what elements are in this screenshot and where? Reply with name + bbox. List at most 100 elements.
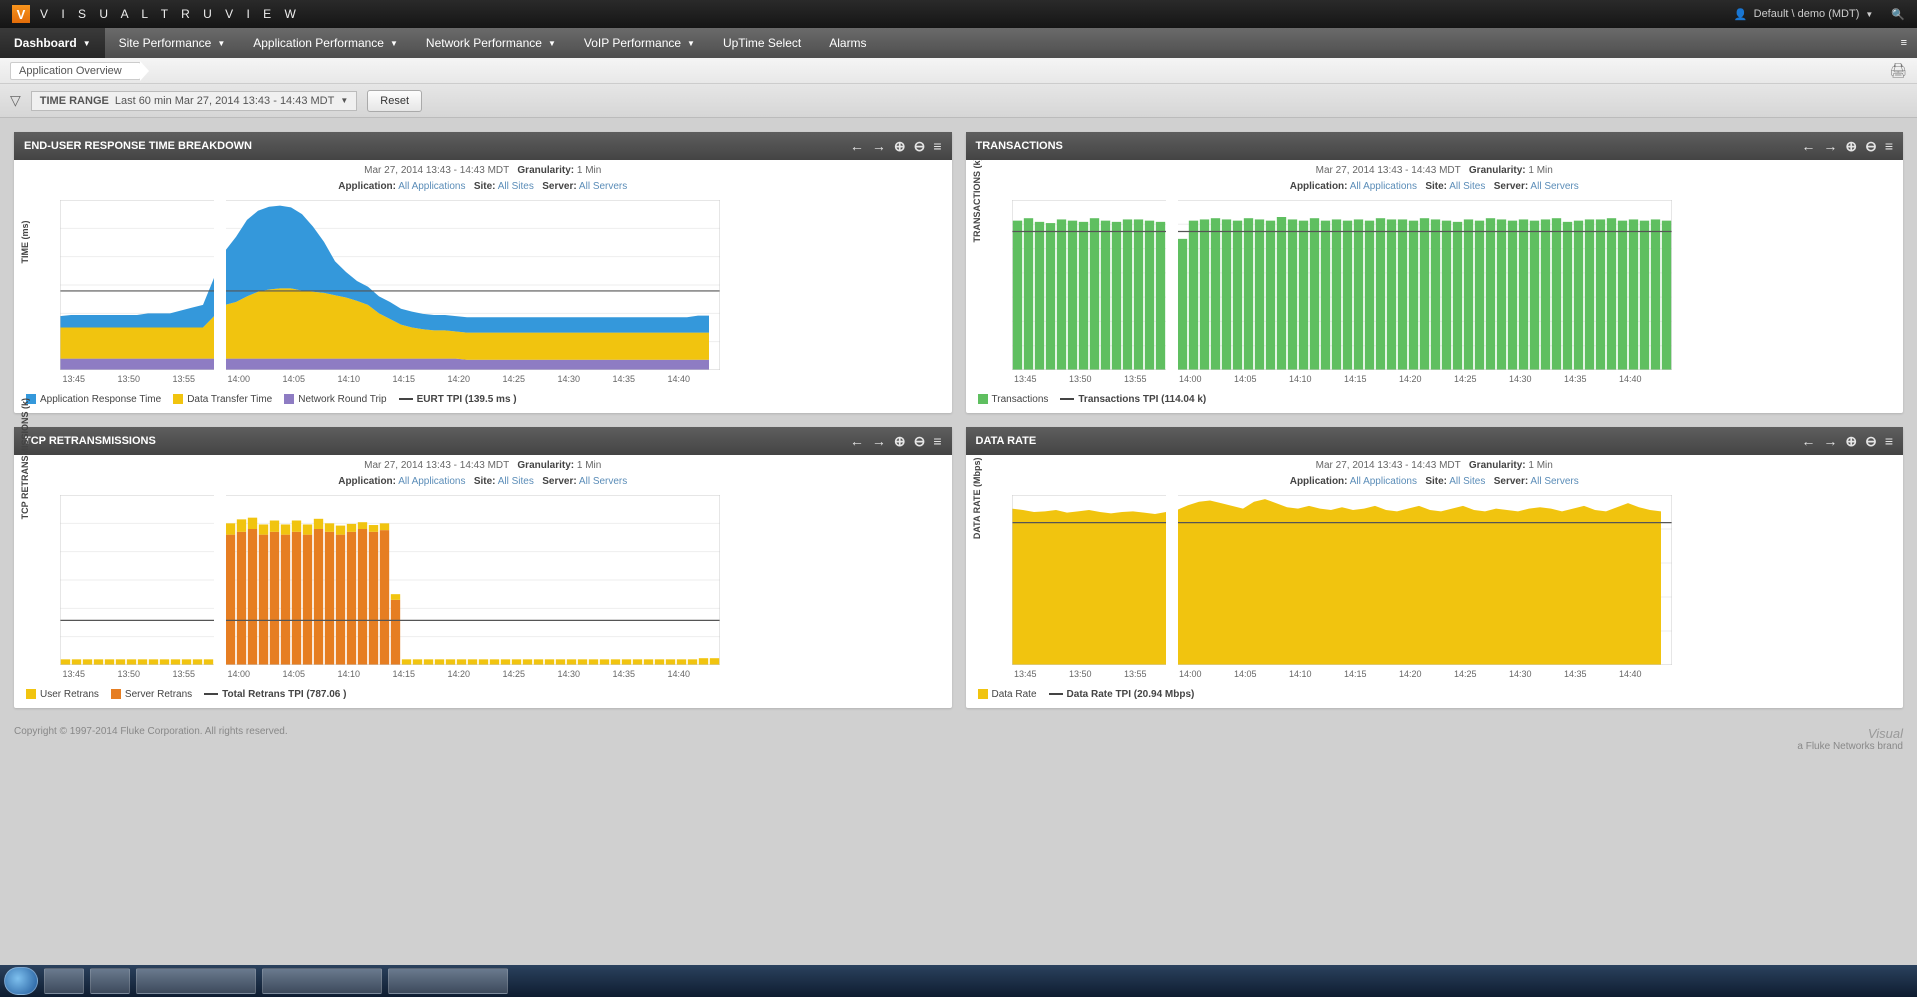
breadcrumb[interactable]: Application Overview: [10, 62, 141, 80]
bar: [1650, 219, 1659, 370]
server-link[interactable]: All Servers: [579, 476, 627, 487]
nav-item-application-performance[interactable]: Application Performance▼: [239, 28, 412, 58]
zoom-out-icon[interactable]: ⊖: [1865, 138, 1877, 155]
application-link[interactable]: All Applications: [398, 181, 465, 192]
nav-item-dashboard[interactable]: Dashboard▼: [0, 28, 105, 58]
application-link[interactable]: All Applications: [398, 476, 465, 487]
bar: [468, 659, 477, 665]
x-tick: 14:20: [447, 669, 470, 679]
panel-filters: Application: All Applications Site: All …: [966, 471, 1904, 487]
chevron-down-icon: ▼: [1865, 10, 1873, 19]
zoom-out-icon[interactable]: ⊖: [914, 138, 926, 155]
search-icon[interactable]: 🔍: [1891, 8, 1905, 21]
taskbar-item[interactable]: [44, 968, 84, 994]
taskbar-item[interactable]: [388, 968, 508, 994]
application-link[interactable]: All Applications: [1350, 181, 1417, 192]
x-tick: 14:25: [502, 374, 525, 384]
server-link[interactable]: All Servers: [1530, 181, 1578, 192]
bar: [127, 659, 136, 665]
arrow-left-icon[interactable]: ←: [850, 138, 864, 154]
bar: [655, 659, 664, 665]
bar: [1265, 221, 1274, 370]
timerange-selector[interactable]: TIME RANGE Last 60 min Mar 27, 2014 13:4…: [31, 91, 358, 111]
panel-title: DATA RATE: [976, 435, 1037, 447]
nav-item-site-performance[interactable]: Site Performance▼: [105, 28, 240, 58]
taskbar-item[interactable]: [90, 968, 130, 994]
nav-item-voip-performance[interactable]: VoIP Performance▼: [570, 28, 709, 58]
bar: [248, 518, 257, 529]
bar: [248, 529, 257, 665]
x-tick: 14:10: [337, 374, 360, 384]
bar: [72, 659, 81, 665]
bar: [1111, 222, 1120, 370]
taskbar-item[interactable]: [262, 968, 382, 994]
nav-label: Site Performance: [119, 36, 212, 50]
site-link[interactable]: All Sites: [498, 476, 534, 487]
panel-menu-icon[interactable]: ≡: [1885, 433, 1893, 449]
chart-area[interactable]: DATA RATE (Mbps) 0510152025: [1012, 495, 1876, 665]
arrow-right-icon[interactable]: →: [872, 433, 886, 449]
chart-svg: 050100150200250300: [60, 200, 720, 370]
nav-item-alarms[interactable]: Alarms: [815, 28, 880, 58]
legend: TransactionsTransactions TPI (114.04 k): [966, 390, 1904, 413]
zoom-out-icon[interactable]: ⊖: [1865, 433, 1877, 450]
server-link[interactable]: All Servers: [1530, 476, 1578, 487]
os-taskbar: [0, 965, 1917, 997]
bar: [83, 659, 92, 665]
site-link[interactable]: All Sites: [1449, 181, 1485, 192]
legend-item: User Retrans: [26, 689, 99, 700]
zoom-out-icon[interactable]: ⊖: [914, 433, 926, 450]
footer-brand: Visual: [1797, 726, 1903, 741]
zoom-in-icon[interactable]: ⊕: [894, 138, 906, 155]
bar: [1034, 222, 1043, 370]
chart-area[interactable]: TRANSACTIONS (k) 020406080100120140: [1012, 200, 1876, 370]
chart-area[interactable]: TIME (ms) 050100150200250300: [60, 200, 924, 370]
panel-menu-icon[interactable]: ≡: [933, 138, 941, 154]
bar: [1012, 221, 1021, 370]
bar: [435, 659, 444, 665]
bar: [1628, 219, 1637, 370]
taskbar-item[interactable]: [136, 968, 256, 994]
bar: [1089, 218, 1098, 370]
reset-button[interactable]: Reset: [367, 90, 422, 112]
server-link[interactable]: All Servers: [579, 181, 627, 192]
print-icon[interactable]: 🖨: [1889, 62, 1907, 79]
nav-item-network-performance[interactable]: Network Performance▼: [412, 28, 570, 58]
data-gap: [214, 495, 226, 665]
zoom-in-icon[interactable]: ⊕: [1845, 433, 1857, 450]
chart-svg: 0510152025: [1012, 495, 1672, 665]
panel-txn: TRANSACTIONS ←→⊕⊖≡ Mar 27, 2014 13:43 - …: [966, 132, 1904, 413]
arrow-right-icon[interactable]: →: [1823, 433, 1837, 449]
arrow-left-icon[interactable]: ←: [850, 433, 864, 449]
panel-subheader: Mar 27, 2014 13:43 - 14:43 MDT Granulari…: [14, 455, 952, 471]
bar: [237, 532, 246, 665]
zoom-in-icon[interactable]: ⊕: [1845, 138, 1857, 155]
zoom-in-icon[interactable]: ⊕: [894, 433, 906, 450]
site-link[interactable]: All Sites: [1449, 476, 1485, 487]
application-link[interactable]: All Applications: [1350, 476, 1417, 487]
panel-menu-icon[interactable]: ≡: [1885, 138, 1893, 154]
bar: [226, 523, 235, 534]
filter-icon[interactable]: ▽: [10, 92, 21, 109]
nav-item-uptime-select[interactable]: UpTime Select: [709, 28, 815, 58]
hamburger-icon[interactable]: ≡: [1891, 28, 1917, 58]
y-axis-label: DATA RATE (Mbps): [972, 458, 982, 540]
panel-title: TCP RETRANSMISSIONS: [24, 435, 156, 447]
arrow-left-icon[interactable]: ←: [1801, 138, 1815, 154]
arrow-right-icon[interactable]: →: [1823, 138, 1837, 154]
x-tick: 13:45: [62, 374, 85, 384]
arrow-right-icon[interactable]: →: [872, 138, 886, 154]
x-tick: 14:40: [667, 374, 690, 384]
start-button[interactable]: [4, 967, 38, 995]
bar: [1177, 239, 1186, 370]
bar: [1562, 222, 1571, 370]
panel-menu-icon[interactable]: ≡: [933, 433, 941, 449]
x-axis: 13:4513:5013:5514:0014:0514:1014:1514:20…: [1012, 374, 1876, 388]
filter-row: ▽ TIME RANGE Last 60 min Mar 27, 2014 13…: [0, 84, 1917, 118]
bar: [391, 600, 400, 665]
chart-svg: 020406080100120140: [1012, 200, 1672, 370]
chart-area[interactable]: TCP RETRANSMISSIONS (k) 00.511.522.53: [60, 495, 924, 665]
site-link[interactable]: All Sites: [498, 181, 534, 192]
arrow-left-icon[interactable]: ←: [1801, 433, 1815, 449]
user-menu[interactable]: 👤 Default \ demo (MDT) ▼: [1734, 8, 1873, 21]
